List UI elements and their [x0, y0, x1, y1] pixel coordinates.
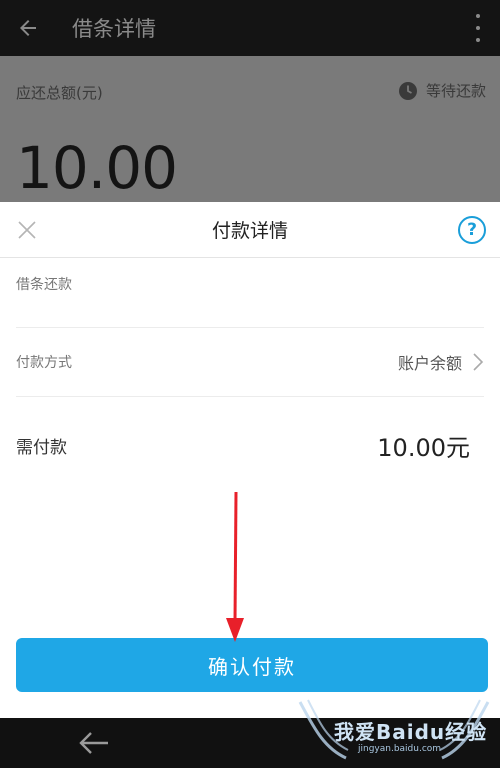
payment-item-row: 借条还款	[16, 258, 484, 328]
sheet-header: 付款详情 ?	[0, 202, 500, 258]
back-button[interactable]	[0, 0, 56, 56]
app-bar: 借条详情	[0, 0, 500, 56]
close-icon[interactable]	[16, 219, 38, 241]
amount-due-label: 需付款	[16, 437, 67, 458]
clock-icon	[398, 81, 417, 100]
status-indicator: 等待还款	[398, 80, 486, 101]
summary-panel: 应还总额(元) 等待还款 10.00	[0, 56, 500, 202]
status-text: 等待还款	[425, 82, 486, 100]
back-arrow-icon	[20, 20, 36, 36]
total-due-amount: 10.00	[16, 134, 178, 202]
payment-method-value: 账户余额	[398, 350, 484, 374]
total-due-label: 应还总额(元)	[16, 84, 103, 102]
watermark-url: jingyan.baidu.com	[358, 744, 442, 754]
payment-method-text: 账户余额	[397, 354, 462, 373]
confirm-payment-button[interactable]: 确认付款	[16, 638, 488, 692]
payment-method-label: 付款方式	[16, 355, 72, 371]
amount-due-row: 需付款 10.00元	[16, 397, 484, 507]
more-options-icon[interactable]	[470, 14, 486, 42]
payment-details-sheet: 付款详情 ? 借条还款 付款方式 账户余额 需付款 10.00元 确认付款	[0, 202, 500, 718]
nav-back-icon[interactable]	[78, 730, 110, 756]
payment-item-label: 借条还款	[16, 277, 72, 293]
chevron-right-icon	[473, 353, 484, 371]
sheet-title: 付款详情	[211, 220, 288, 242]
watermark: 我爱Baidu经验 jingyan.baidu.com	[294, 698, 494, 764]
annotation-arrow-icon	[226, 491, 244, 642]
watermark-text: 我爱Baidu经验	[334, 720, 488, 744]
page-title: 借条详情	[72, 17, 156, 41]
amount-due-value: 10.00元	[377, 433, 470, 462]
help-icon[interactable]: ?	[458, 216, 486, 244]
payment-method-row[interactable]: 付款方式 账户余额	[16, 328, 484, 397]
